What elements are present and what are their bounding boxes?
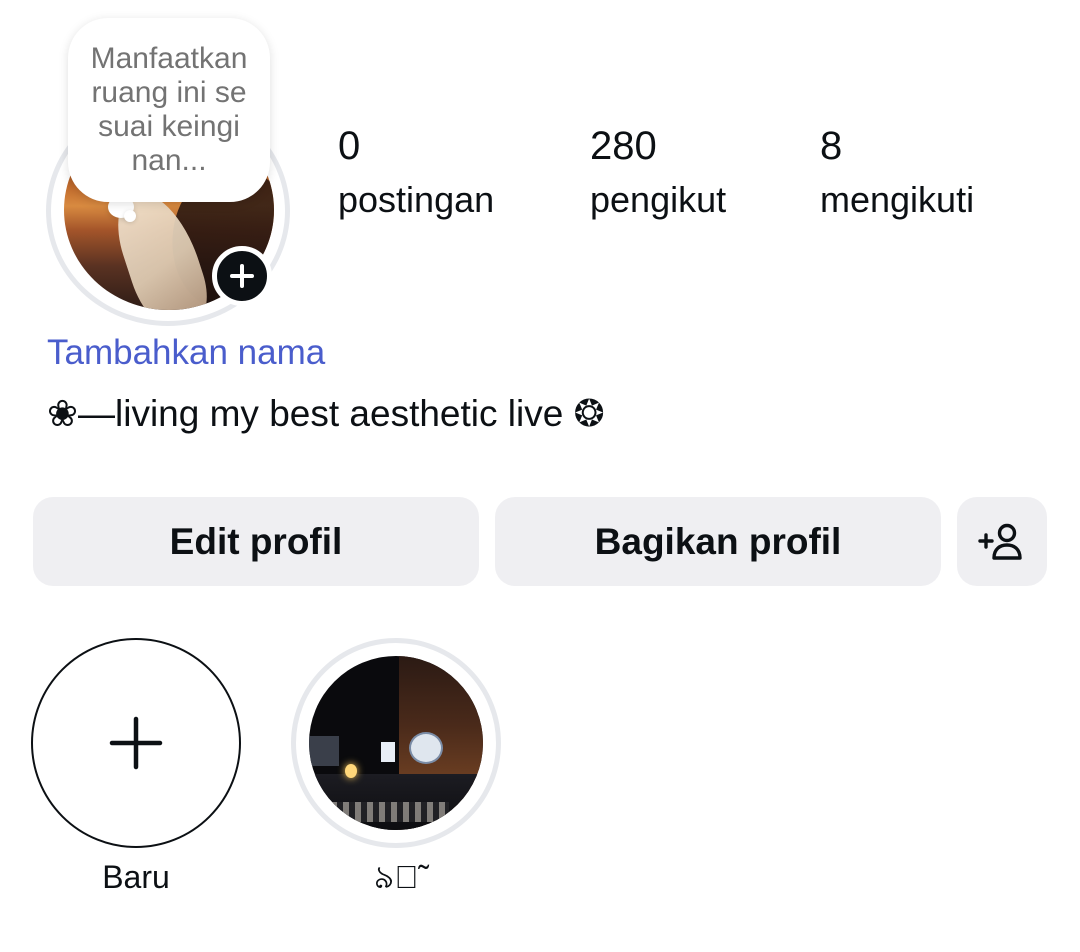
stat-following[interactable]: 8 mengikuti — [820, 122, 974, 226]
stat-posts-count: 0 — [338, 124, 361, 168]
stat-posts[interactable]: 0 postingan — [338, 122, 494, 226]
add-name-link[interactable]: Tambahkan nama — [47, 330, 325, 376]
note-text: Manfaatkan ruang ini sesuai keinginan... — [90, 42, 248, 177]
highlight-photo-crowd — [319, 802, 449, 822]
profile-bio: ❀―living my best aesthetic live ❂ — [47, 393, 605, 434]
highlight-photo-sign — [409, 732, 443, 764]
note-bubble[interactable]: Manfaatkan ruang ini sesuai keinginan... — [68, 18, 270, 202]
add-story-button[interactable] — [212, 246, 272, 306]
highlight-label: ৯৩̃ — [373, 859, 419, 895]
stat-followers[interactable]: 280 pengikut — [590, 122, 726, 226]
share-profile-button[interactable]: Bagikan profil — [495, 497, 941, 586]
note-bubble-tail-small — [124, 210, 136, 222]
plus-icon — [109, 716, 163, 770]
edit-profile-button[interactable]: Edit profil — [33, 497, 479, 586]
stat-following-label: mengikuti — [820, 179, 975, 220]
stat-posts-label: postingan — [338, 179, 495, 220]
new-highlight-label: Baru — [102, 859, 170, 895]
new-highlight-button[interactable] — [31, 638, 241, 848]
stat-following-count: 8 — [820, 124, 843, 168]
highlight-cover[interactable] — [309, 656, 483, 830]
plus-icon — [230, 264, 254, 288]
stat-followers-count: 280 — [590, 124, 657, 168]
discover-people-button[interactable] — [957, 497, 1047, 586]
highlight-photo-light — [345, 764, 357, 778]
highlight-photo-shop — [309, 736, 339, 766]
add-person-icon — [978, 523, 1022, 560]
stat-followers-label: pengikut — [590, 179, 727, 220]
highlight-photo-lamp — [381, 742, 395, 762]
